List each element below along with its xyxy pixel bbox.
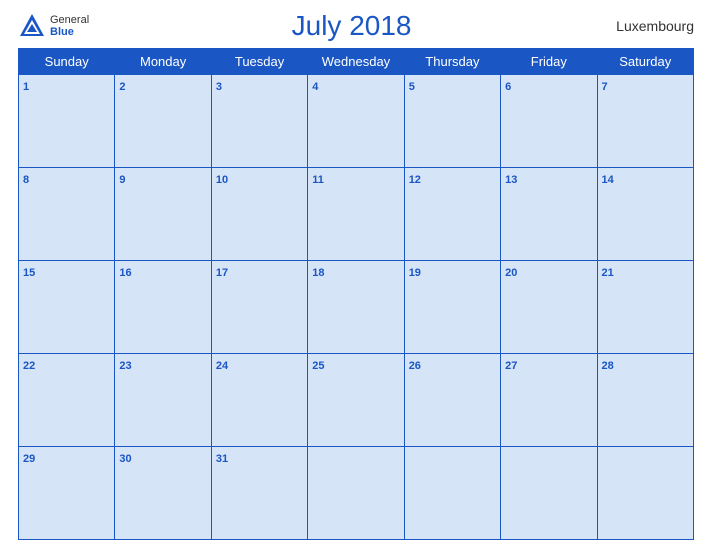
calendar-header: General Blue July 2018 Luxembourg xyxy=(18,10,694,42)
day-number: 10 xyxy=(216,174,228,186)
day-number: 13 xyxy=(505,174,517,186)
day-number: 4 xyxy=(312,81,318,93)
calendar-day-cell: 27 xyxy=(501,354,597,447)
calendar-day-cell: 24 xyxy=(211,354,307,447)
calendar-day-cell: 15 xyxy=(19,261,115,354)
header-wednesday: Wednesday xyxy=(308,49,404,75)
calendar-day-cell: 9 xyxy=(115,168,211,261)
calendar-day-cell: 13 xyxy=(501,168,597,261)
calendar-day-cell: 18 xyxy=(308,261,404,354)
day-number: 1 xyxy=(23,81,29,93)
day-number: 20 xyxy=(505,267,517,279)
calendar-day-cell xyxy=(501,447,597,540)
calendar-week-row: 15 16 17 18 19 20 21 xyxy=(19,261,694,354)
calendar-day-cell: 26 xyxy=(404,354,500,447)
calendar-day-cell: 25 xyxy=(308,354,404,447)
calendar-day-cell: 17 xyxy=(211,261,307,354)
day-number: 23 xyxy=(119,360,131,372)
day-number: 2 xyxy=(119,81,125,93)
calendar-week-row: 8 9 10 11 12 13 14 xyxy=(19,168,694,261)
day-number: 12 xyxy=(409,174,421,186)
day-number: 29 xyxy=(23,453,35,465)
calendar-day-cell: 10 xyxy=(211,168,307,261)
calendar-day-cell: 21 xyxy=(597,261,693,354)
calendar-day-cell: 14 xyxy=(597,168,693,261)
day-number: 27 xyxy=(505,360,517,372)
calendar-day-cell: 3 xyxy=(211,75,307,168)
day-number: 17 xyxy=(216,267,228,279)
day-number: 21 xyxy=(602,267,614,279)
calendar-day-cell: 31 xyxy=(211,447,307,540)
calendar-day-cell: 11 xyxy=(308,168,404,261)
day-number: 25 xyxy=(312,360,324,372)
logo-blue-text: Blue xyxy=(50,26,89,38)
header-saturday: Saturday xyxy=(597,49,693,75)
calendar-day-cell: 4 xyxy=(308,75,404,168)
logo: General Blue xyxy=(18,12,89,40)
day-number: 3 xyxy=(216,81,222,93)
day-number: 6 xyxy=(505,81,511,93)
header-sunday: Sunday xyxy=(19,49,115,75)
calendar-day-cell xyxy=(308,447,404,540)
calendar-day-cell: 19 xyxy=(404,261,500,354)
weekday-header-row: Sunday Monday Tuesday Wednesday Thursday… xyxy=(19,49,694,75)
calendar-day-cell: 22 xyxy=(19,354,115,447)
calendar-day-cell xyxy=(404,447,500,540)
calendar-day-cell: 5 xyxy=(404,75,500,168)
day-number: 19 xyxy=(409,267,421,279)
header-friday: Friday xyxy=(501,49,597,75)
calendar-week-row: 1 2 3 4 5 6 7 xyxy=(19,75,694,168)
calendar-day-cell: 6 xyxy=(501,75,597,168)
header-tuesday: Tuesday xyxy=(211,49,307,75)
logo-text: General Blue xyxy=(50,14,89,38)
calendar-day-cell: 23 xyxy=(115,354,211,447)
calendar-day-cell: 29 xyxy=(19,447,115,540)
day-number: 7 xyxy=(602,81,608,93)
calendar-table: Sunday Monday Tuesday Wednesday Thursday… xyxy=(18,48,694,540)
calendar-day-cell: 12 xyxy=(404,168,500,261)
header-monday: Monday xyxy=(115,49,211,75)
day-number: 31 xyxy=(216,453,228,465)
day-number: 24 xyxy=(216,360,228,372)
logo-general-text: General xyxy=(50,14,89,26)
day-number: 15 xyxy=(23,267,35,279)
calendar-day-cell: 28 xyxy=(597,354,693,447)
day-number: 22 xyxy=(23,360,35,372)
day-number: 9 xyxy=(119,174,125,186)
calendar-week-row: 22 23 24 25 26 27 28 xyxy=(19,354,694,447)
header-thursday: Thursday xyxy=(404,49,500,75)
calendar-day-cell: 16 xyxy=(115,261,211,354)
calendar-day-cell: 20 xyxy=(501,261,597,354)
calendar-day-cell: 7 xyxy=(597,75,693,168)
calendar-day-cell: 2 xyxy=(115,75,211,168)
day-number: 18 xyxy=(312,267,324,279)
calendar-title: July 2018 xyxy=(89,10,614,42)
day-number: 8 xyxy=(23,174,29,186)
calendar-week-row: 29 30 31 xyxy=(19,447,694,540)
day-number: 26 xyxy=(409,360,421,372)
day-number: 16 xyxy=(119,267,131,279)
day-number: 14 xyxy=(602,174,614,186)
day-number: 11 xyxy=(312,174,324,186)
day-number: 30 xyxy=(119,453,131,465)
calendar-day-cell xyxy=(597,447,693,540)
calendar-day-cell: 30 xyxy=(115,447,211,540)
calendar-day-cell: 8 xyxy=(19,168,115,261)
country-label: Luxembourg xyxy=(614,18,694,34)
calendar-day-cell: 1 xyxy=(19,75,115,168)
day-number: 5 xyxy=(409,81,415,93)
day-number: 28 xyxy=(602,360,614,372)
calendar-page: General Blue July 2018 Luxembourg Sunday… xyxy=(0,0,712,550)
logo-icon xyxy=(18,12,46,40)
